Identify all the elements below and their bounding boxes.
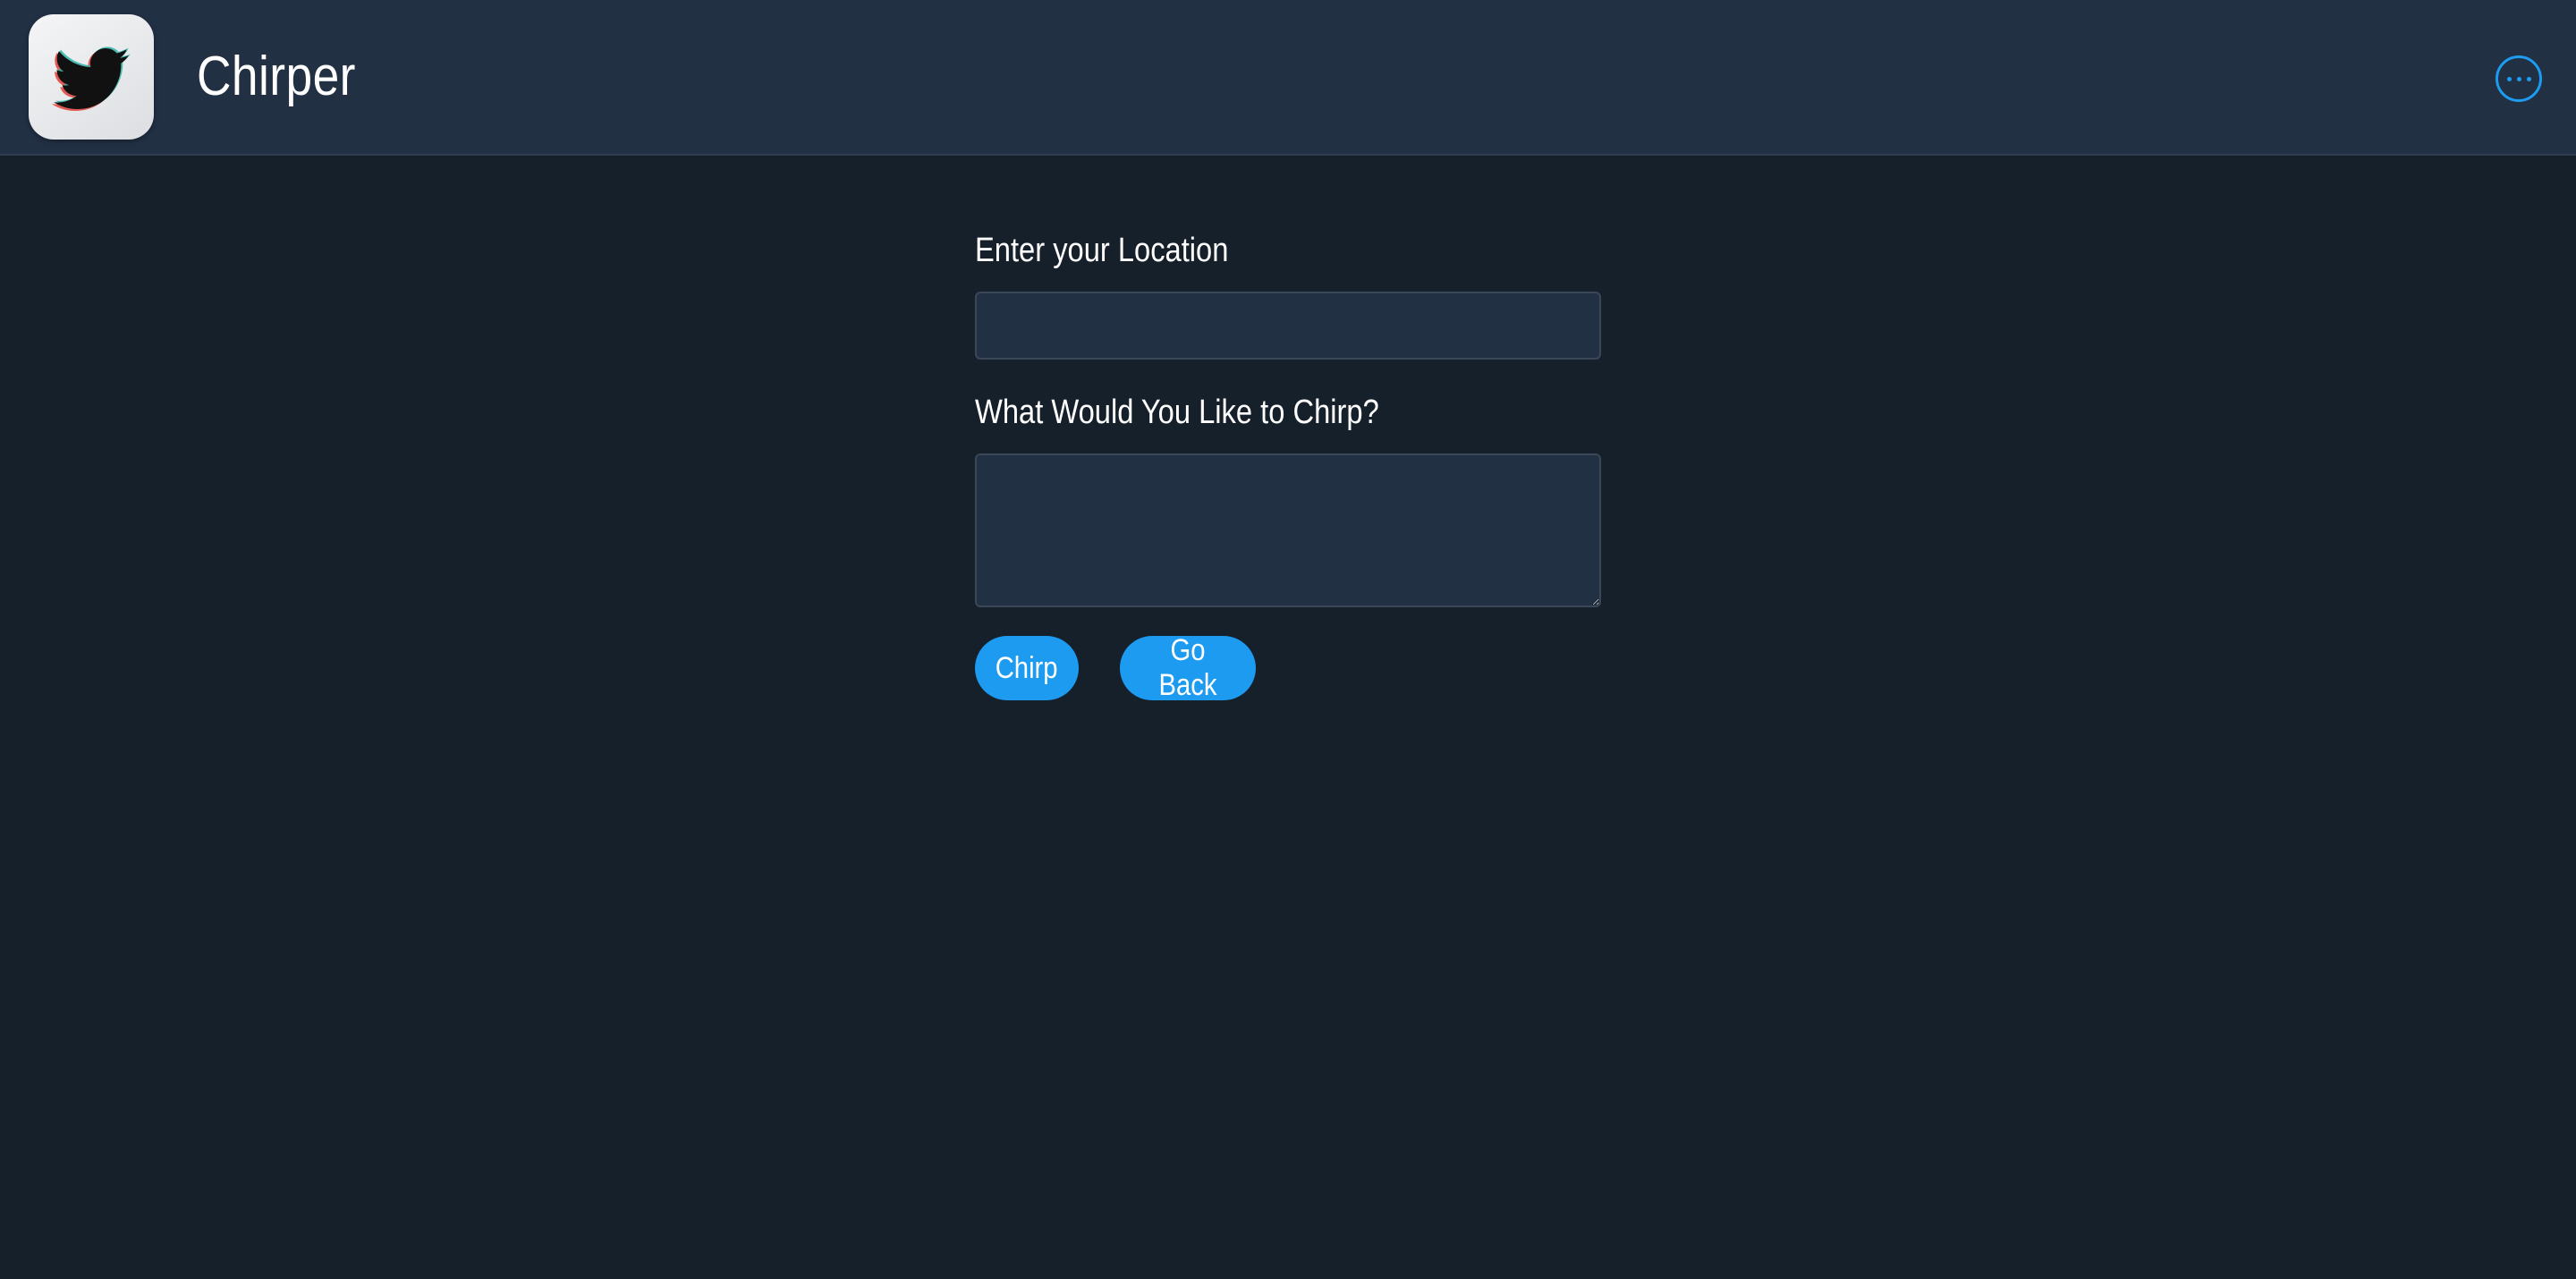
app-title: Chirper xyxy=(197,46,356,107)
chirp-button-label: Chirp xyxy=(996,650,1058,685)
go-back-button-label: Go Back xyxy=(1158,633,1217,702)
chirp-label: What Would You Like to Chirp? xyxy=(975,394,1379,431)
more-options-button[interactable] xyxy=(2496,55,2542,102)
chirp-button[interactable]: Chirp xyxy=(975,636,1079,700)
form-actions: Chirp Go Back xyxy=(975,633,1601,702)
more-horizontal-icon xyxy=(2504,76,2534,81)
location-input[interactable] xyxy=(975,292,1601,360)
bird-icon xyxy=(51,47,131,111)
go-back-button[interactable]: Go Back xyxy=(1120,633,1256,702)
chirp-form: Enter your Location What Would You Like … xyxy=(975,228,1601,702)
chirp-textarea[interactable] xyxy=(975,453,1601,607)
location-label: Enter your Location xyxy=(975,232,1229,269)
app-header: Chirper xyxy=(0,0,2576,156)
app-logo[interactable] xyxy=(29,14,154,140)
